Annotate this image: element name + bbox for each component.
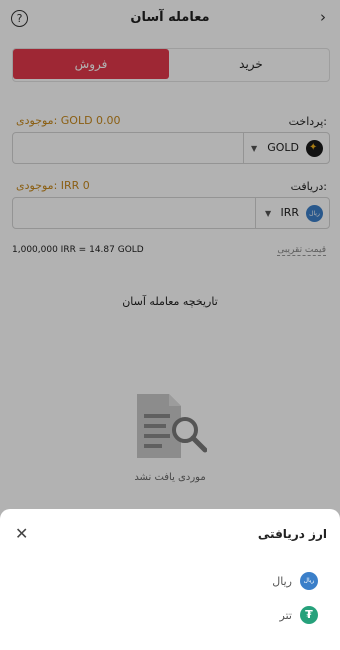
option-label: تتر xyxy=(279,609,292,622)
currency-bottom-sheet: ✕ ارز دریافتی ریال ریال تتر ₮ xyxy=(0,509,340,650)
tether-icon: ₮ xyxy=(300,606,318,624)
rial-icon: ریال xyxy=(300,572,318,590)
sheet-title: ارز دریافتی xyxy=(257,527,327,541)
close-icon[interactable]: ✕ xyxy=(15,524,28,543)
option-label: ریال xyxy=(272,575,292,588)
option-tether[interactable]: تتر ₮ xyxy=(198,606,318,626)
option-rial[interactable]: ریال ریال xyxy=(198,572,318,592)
